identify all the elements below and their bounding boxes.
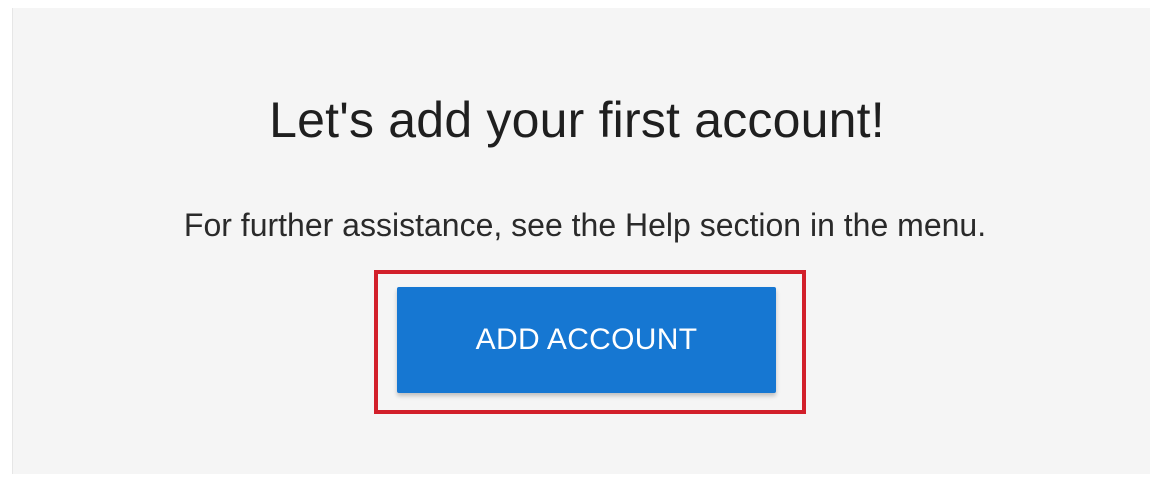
app-screen: Let's add your first account! For furthe… [0,0,1154,478]
add-account-button[interactable]: ADD ACCOUNT [397,287,776,393]
empty-state-headline: Let's add your first account! [269,92,885,148]
help-instructions-text: For further assistance, see the Help sec… [183,207,987,243]
